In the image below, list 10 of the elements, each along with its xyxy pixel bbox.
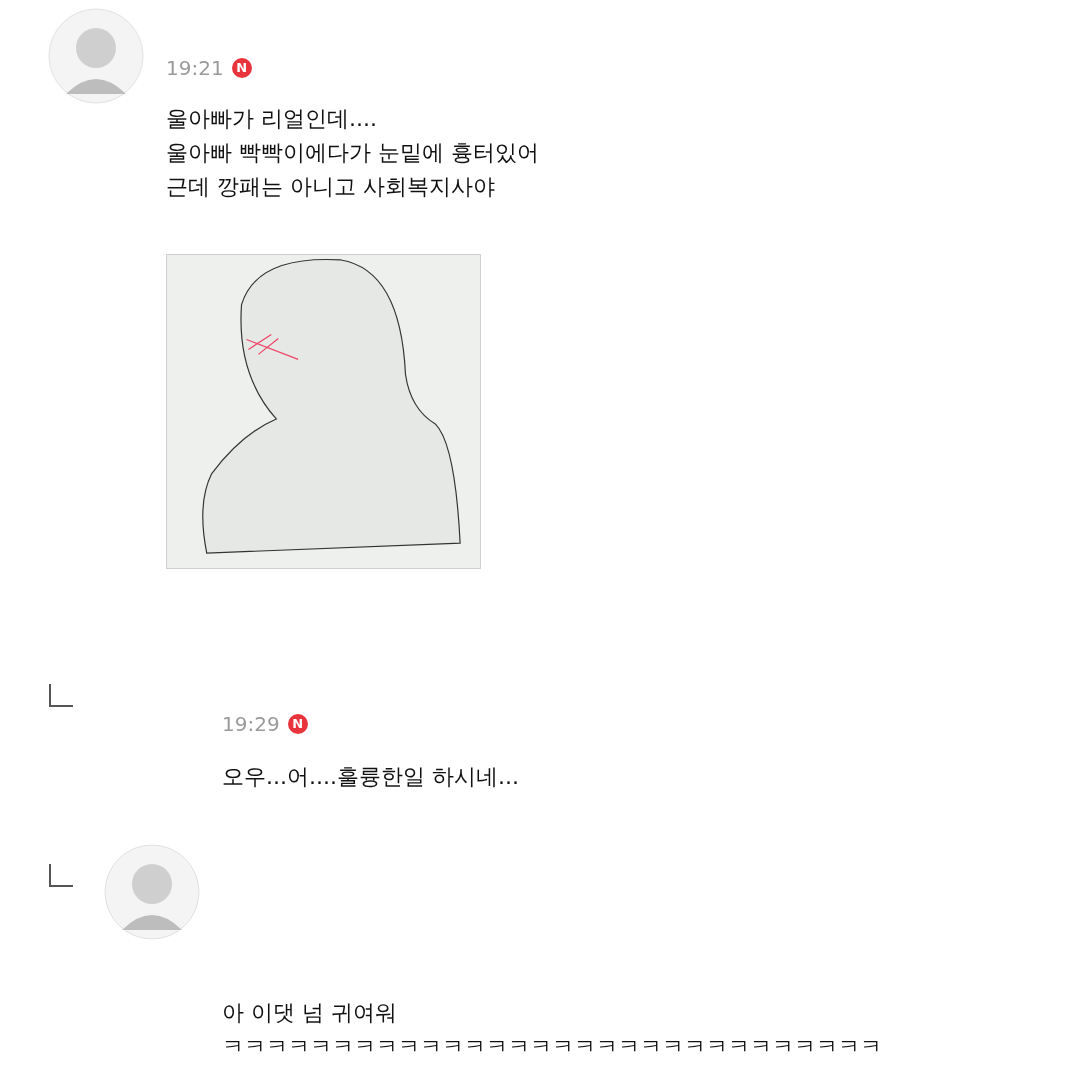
comment-text: 울아빠 빡빡이에다가 눈밑에 흉터있어	[166, 139, 539, 167]
comment-text: 오우...어....훌륭한일 하시네...	[222, 763, 520, 791]
comment-text: 아 이댓 넘 귀여워	[222, 999, 398, 1027]
new-badge: N	[287, 714, 308, 734]
comment-time: 19:21	[166, 55, 224, 82]
comment-text: 울아빠가 리얼인데....	[166, 105, 378, 133]
comment-text: 근데 깡패는 아니고 사회복지사야	[166, 173, 496, 201]
comment-text: ㅋㅋㅋㅋㅋㅋㅋㅋㅋㅋㅋㅋㅋㅋㅋㅋㅋㅋㅋㅋㅋㅋㅋㅋㅋㅋㅋㅋㅋㅋ	[222, 1033, 883, 1061]
new-badge: N	[231, 58, 252, 78]
comment-time: 19:29	[222, 711, 280, 738]
